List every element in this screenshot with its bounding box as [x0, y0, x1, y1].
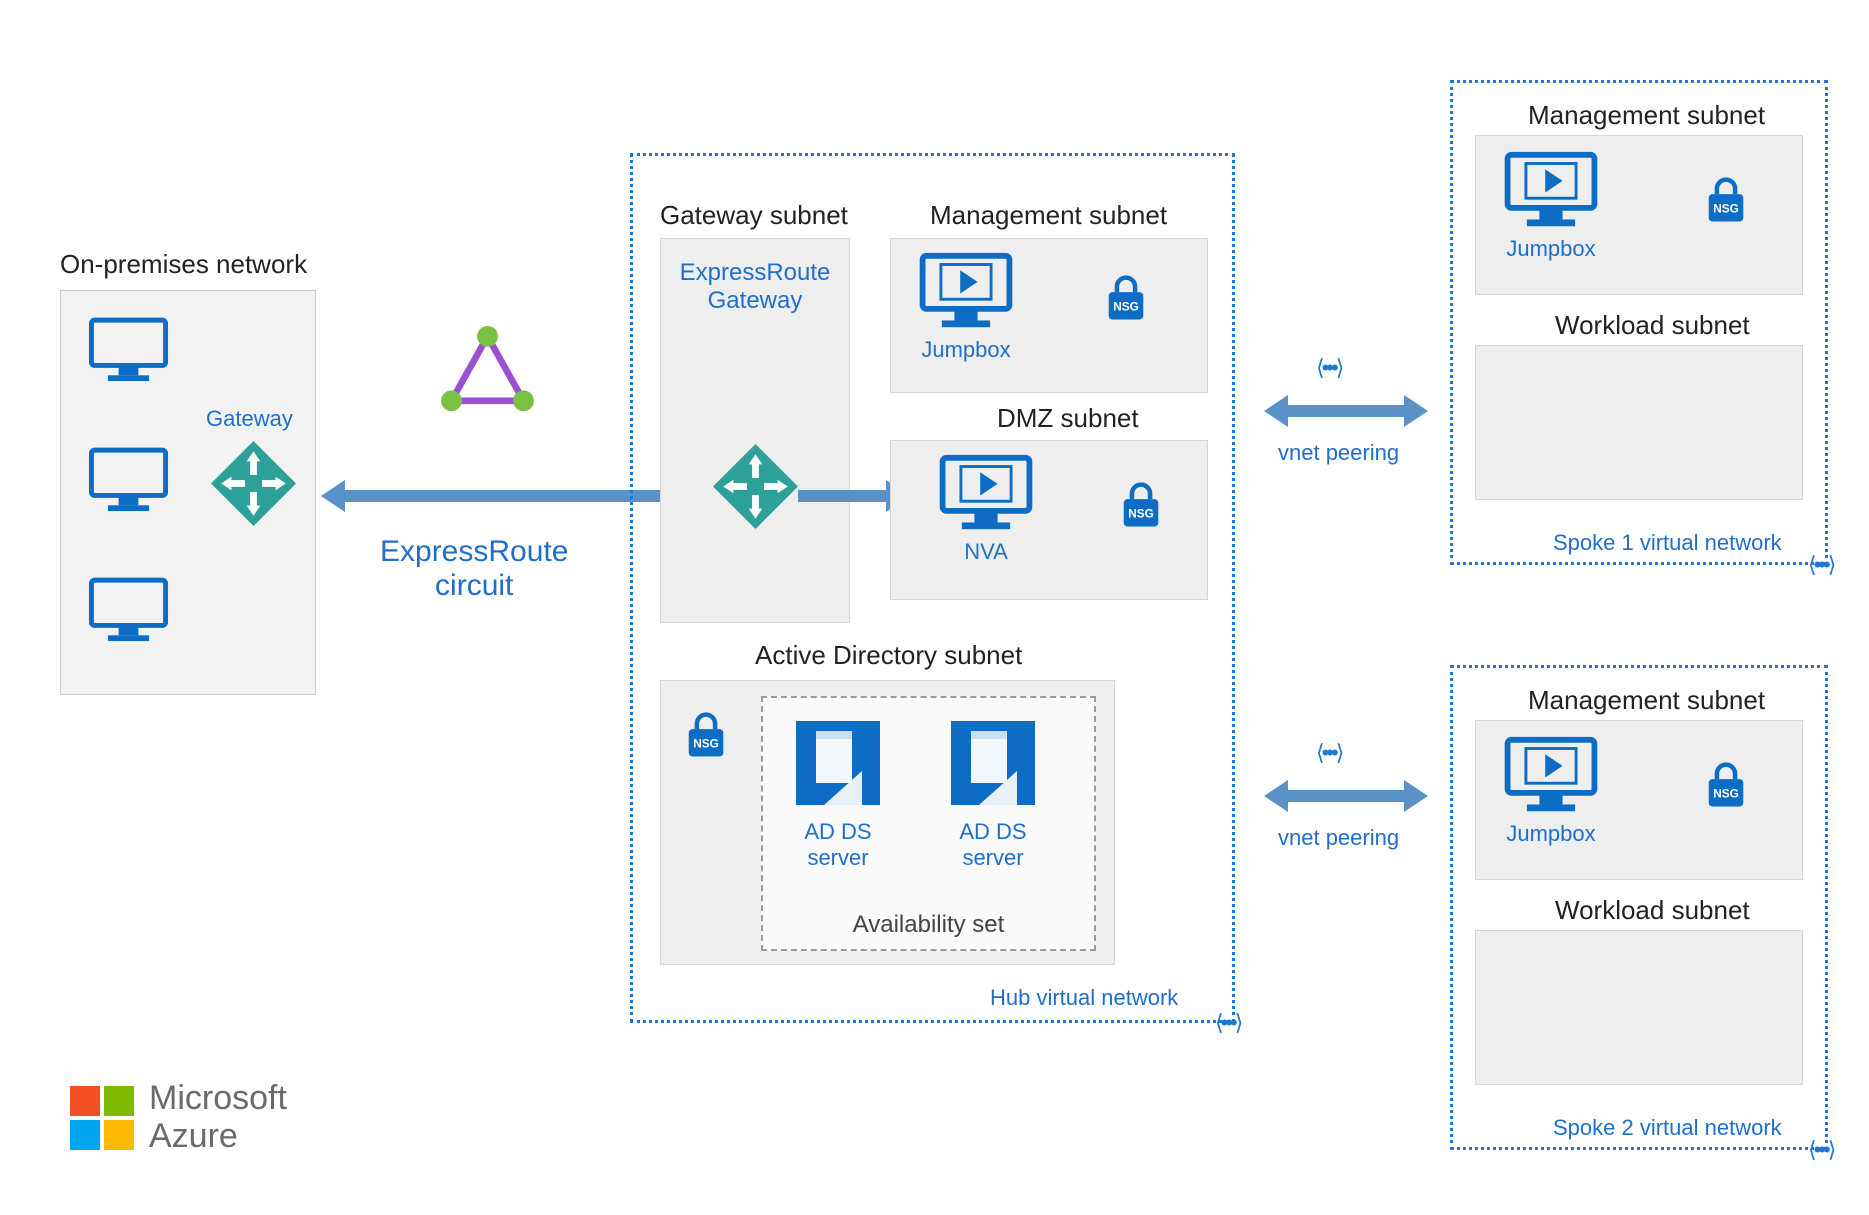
spoke2-mgmt-box: Jumpbox NSG	[1475, 720, 1803, 880]
svg-text:NSG: NSG	[1113, 299, 1139, 313]
spoke1-label: Spoke 1 virtual network	[1553, 530, 1782, 556]
arrow-peering-1	[1286, 405, 1406, 417]
spoke1-mgmt-box: Jumpbox NSG	[1475, 135, 1803, 295]
peering-label-2: vnet peering	[1278, 825, 1399, 851]
adds-server-icon: AD DS server	[943, 713, 1043, 871]
vnet-peering-icon	[1215, 1010, 1255, 1035]
jumpbox-icon: Jumpbox	[916, 251, 1016, 363]
circuit-label: ExpressRoute circuit	[380, 535, 568, 603]
nva-icon: NVA	[936, 453, 1036, 565]
spoke2-mgmt-title: Management subnet	[1528, 685, 1765, 716]
availability-set-label: Availability set	[763, 911, 1094, 939]
nsg-icon: NSG	[1116, 481, 1166, 531]
onprem-box: Gateway	[60, 290, 316, 695]
jumpbox-icon: Jumpbox	[1501, 735, 1601, 847]
onprem-gateway-label: Gateway	[206, 406, 293, 432]
er-gateway-label: ExpressRoute Gateway	[661, 259, 849, 315]
dmz-title: DMZ subnet	[997, 403, 1139, 434]
spoke2-label: Spoke 2 virtual network	[1553, 1115, 1782, 1141]
dmz-box: NVA NSG	[890, 440, 1208, 600]
brand-line1: Microsoft	[149, 1080, 287, 1117]
spoke2-workload-title: Workload subnet	[1555, 895, 1750, 926]
nva-label: NVA	[964, 539, 1008, 565]
svg-text:NSG: NSG	[1128, 506, 1154, 520]
arrow-peering-2	[1286, 790, 1406, 802]
vnet-peering-icon	[1316, 740, 1356, 765]
microsoft-logo-icon	[70, 1086, 134, 1150]
svg-text:NSG: NSG	[693, 736, 719, 750]
gw-subnet-title: Gateway subnet	[660, 200, 848, 231]
arrow-gw-dmz	[798, 490, 888, 502]
spoke1-mgmt-title: Management subnet	[1528, 100, 1765, 131]
ad-title: Active Directory subnet	[755, 640, 1022, 671]
spoke2-workload-box	[1475, 930, 1803, 1085]
monitor-icon	[86, 446, 171, 516]
nsg-icon: NSG	[1101, 274, 1151, 324]
monitor-icon	[86, 316, 171, 386]
brand-line2: Azure	[149, 1118, 287, 1155]
gateway-icon	[211, 441, 296, 526]
adds-server-icon: AD DS server	[788, 713, 888, 871]
spoke1-workload-box	[1475, 345, 1803, 500]
hub-mgmt-box: Jumpbox NSG	[890, 238, 1208, 393]
adds1-label: AD DS server	[804, 819, 871, 871]
svg-text:NSG: NSG	[1713, 201, 1739, 215]
vnet-peering-icon	[1316, 355, 1356, 380]
availability-set-box: AD DS server AD DS server Availability s…	[761, 696, 1096, 951]
spoke1-jumpbox-label: Jumpbox	[1506, 236, 1595, 262]
hub-mgmt-title: Management subnet	[930, 200, 1167, 231]
er-gateway-icon	[713, 444, 798, 529]
onprem-title: On-premises network	[60, 249, 307, 280]
monitor-icon	[86, 576, 171, 646]
nsg-icon: NSG	[1701, 761, 1751, 811]
nsg-icon: NSG	[681, 711, 731, 761]
ad-box: NSG AD DS server AD DS server Availabili…	[660, 680, 1115, 965]
adds2-label: AD DS server	[959, 819, 1026, 871]
expressroute-circuit-icon	[440, 325, 535, 420]
gw-subnet-box: ExpressRoute Gateway	[660, 238, 850, 623]
peering-label-1: vnet peering	[1278, 440, 1399, 466]
jumpbox-icon: Jumpbox	[1501, 150, 1601, 262]
vnet-peering-icon	[1808, 1137, 1848, 1162]
azure-logo: Microsoft Azure	[70, 1080, 287, 1155]
nsg-icon: NSG	[1701, 176, 1751, 226]
hub-jumpbox-label: Jumpbox	[921, 337, 1010, 363]
svg-text:NSG: NSG	[1713, 786, 1739, 800]
vnet-peering-icon	[1808, 552, 1848, 577]
hub-vnet-label: Hub virtual network	[990, 985, 1178, 1011]
spoke1-workload-title: Workload subnet	[1555, 310, 1750, 341]
spoke2-jumpbox-label: Jumpbox	[1506, 821, 1595, 847]
